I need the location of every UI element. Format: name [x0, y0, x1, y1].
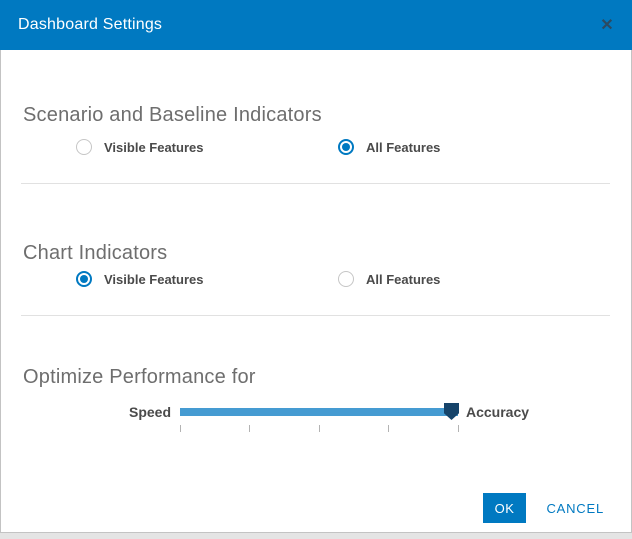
- slider-tick: [458, 425, 459, 432]
- section-heading-optimize-performance: Optimize Performance for: [23, 363, 608, 391]
- slider-fill: [180, 408, 458, 416]
- slider-handle[interactable]: [444, 403, 459, 420]
- section-divider: [21, 315, 610, 316]
- dashboard-settings-dialog: Dashboard Settings ✕ Scenario and Baseli…: [0, 0, 632, 533]
- radio-label[interactable]: Visible Features: [104, 272, 203, 287]
- radio-button-unselected-icon[interactable]: [76, 139, 92, 155]
- section-divider: [21, 183, 610, 184]
- radio-option-visible-features[interactable]: Visible Features: [76, 139, 203, 155]
- slider-min-label: Speed: [23, 404, 171, 420]
- radio-button-selected-icon[interactable]: [76, 271, 92, 287]
- radio-group-chart-indicators: Visible Features All Features: [23, 266, 608, 292]
- radio-group-scenario-baseline: Visible Features All Features: [23, 134, 608, 160]
- section-heading-chart-indicators: Chart Indicators: [23, 240, 608, 266]
- dialog-footer: OK CANCEL: [483, 493, 604, 523]
- close-icon[interactable]: ✕: [594, 12, 620, 38]
- dialog-titlebar: Dashboard Settings ✕: [0, 0, 632, 50]
- performance-slider-row: Speed Accuracy: [23, 404, 608, 420]
- dialog-title: Dashboard Settings: [0, 16, 162, 34]
- slider-tick: [388, 425, 389, 432]
- section-heading-scenario-baseline: Scenario and Baseline Indicators: [23, 102, 608, 128]
- cancel-button[interactable]: CANCEL: [546, 501, 604, 516]
- slider-tick: [319, 425, 320, 432]
- performance-slider-track[interactable]: [180, 408, 458, 416]
- slider-ticks: [180, 425, 458, 433]
- slider-tick: [249, 425, 250, 432]
- radio-option-all-features[interactable]: All Features: [338, 271, 440, 287]
- radio-option-visible-features[interactable]: Visible Features: [76, 271, 203, 287]
- ok-button[interactable]: OK: [483, 493, 527, 523]
- radio-label[interactable]: All Features: [366, 272, 440, 287]
- radio-label[interactable]: Visible Features: [104, 140, 203, 155]
- radio-option-all-features[interactable]: All Features: [338, 139, 440, 155]
- slider-max-label: Accuracy: [466, 404, 529, 420]
- radio-button-selected-icon[interactable]: [338, 139, 354, 155]
- slider-tick: [180, 425, 181, 432]
- radio-label[interactable]: All Features: [366, 140, 440, 155]
- radio-button-unselected-icon[interactable]: [338, 271, 354, 287]
- dialog-body: Scenario and Baseline Indicators Visible…: [1, 102, 631, 420]
